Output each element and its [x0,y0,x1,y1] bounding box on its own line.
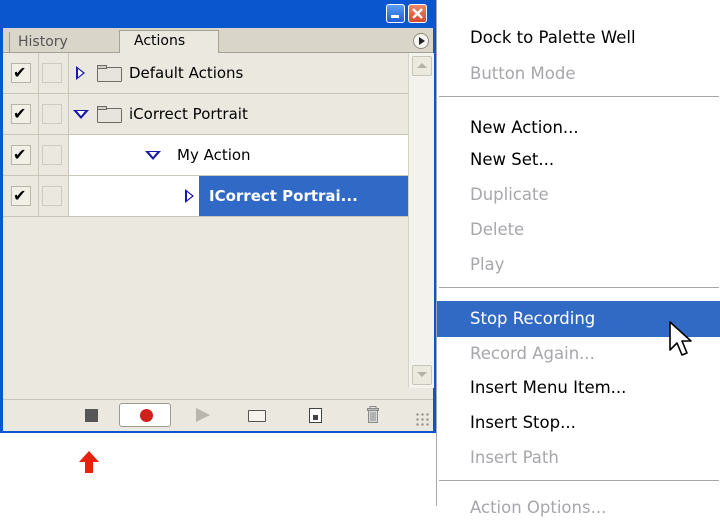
toggle-item-checkbox[interactable]: ✔ [3,176,39,216]
menu-item-new-action[interactable]: New Action... [437,110,720,146]
expand-triangle-icon[interactable] [76,66,85,80]
palette-body: History Actions ✔ Default Actions ✔ iCor… [3,28,434,431]
menu-item-duplicate[interactable]: Duplicate [437,177,720,213]
mouse-pointer-icon [669,321,692,356]
dialog-checkbox [42,145,62,165]
tab-history[interactable]: History [9,32,109,52]
new-action-icon[interactable] [309,408,322,423]
toggle-dialog-box[interactable] [38,53,69,93]
palette-flyout-menu: Dock to Palette Well Button Mode New Act… [436,0,720,517]
check-icon: ✔ [13,186,27,205]
menu-item-new-set[interactable]: New Set... [437,142,720,178]
set-row: Default Actions [69,53,408,93]
list-item[interactable]: ✔ iCorrect Portrait [3,94,408,135]
record-button[interactable] [119,403,171,427]
selected-command[interactable]: ICorrect Portrai... [199,176,408,216]
menu-separator [439,480,719,481]
new-set-icon[interactable] [248,410,266,422]
menu-item-dock-to-palette-well[interactable]: Dock to Palette Well [437,20,720,56]
list-item[interactable]: ✔ My Action [3,135,408,176]
command-row: ICorrect Portrai... [69,176,408,216]
dialog-checkbox [42,104,62,124]
list-item[interactable]: ✔ Default Actions [3,53,408,94]
scroll-up-button[interactable] [412,56,432,76]
stop-icon[interactable] [85,409,98,422]
set-row: iCorrect Portrait [69,94,408,134]
minimize-button[interactable] [386,4,405,23]
record-icon [140,409,153,422]
dialog-checkbox [42,186,62,206]
set-label: Default Actions [129,64,244,82]
collapse-triangle-icon[interactable] [145,151,161,160]
folder-icon [97,106,122,123]
palette-menu-button[interactable] [413,33,429,49]
set-label: iCorrect Portrait [129,105,248,123]
menu-item-button-mode[interactable]: Button Mode [437,56,720,92]
tab-bar: History Actions [3,28,433,53]
resize-grip[interactable] [415,412,429,426]
check-icon: ✔ [13,63,27,82]
actions-list: ✔ Default Actions ✔ iCorrect Portrait ✔ … [3,53,408,217]
vertical-scrollbar[interactable] [408,53,434,388]
check-icon: ✔ [13,145,27,164]
dialog-checkbox [42,63,62,83]
menu-separator [439,287,719,288]
actions-palette-window: History Actions ✔ Default Actions ✔ iCor… [0,0,437,433]
menu-item-insert-stop[interactable]: Insert Stop... [437,405,720,441]
check-icon: ✔ [13,104,27,123]
play-icon[interactable] [196,408,210,422]
action-label: My Action [177,146,251,164]
action-row: My Action [69,135,408,175]
close-button[interactable] [408,4,427,23]
scroll-down-button[interactable] [412,365,432,385]
menu-item-action-options[interactable]: Action Options... [437,490,720,526]
toggle-item-checkbox[interactable]: ✔ [3,135,39,175]
toggle-item-checkbox[interactable]: ✔ [3,53,39,93]
toggle-dialog-box[interactable] [38,135,69,175]
menu-item-insert-menu-item[interactable]: Insert Menu Item... [437,370,720,406]
menu-item-play[interactable]: Play [437,247,720,283]
collapse-triangle-icon[interactable] [73,110,89,119]
toggle-item-checkbox[interactable]: ✔ [3,94,39,134]
menu-separator [439,96,719,97]
trash-icon[interactable] [367,406,379,423]
tab-actions[interactable]: Actions [119,30,219,53]
palette-toolbar [3,399,433,431]
command-label: ICorrect Portrai... [209,187,358,205]
menu-item-delete[interactable]: Delete [437,212,720,248]
menu-item-insert-path[interactable]: Insert Path [437,440,720,476]
toggle-dialog-box[interactable] [38,94,69,134]
list-item[interactable]: ✔ ICorrect Portrai... [3,176,408,217]
close-icon [412,8,423,19]
toggle-dialog-box[interactable] [38,176,69,216]
arrow-up-icon [79,451,99,473]
folder-icon [97,65,122,82]
expand-triangle-icon[interactable] [185,189,194,203]
